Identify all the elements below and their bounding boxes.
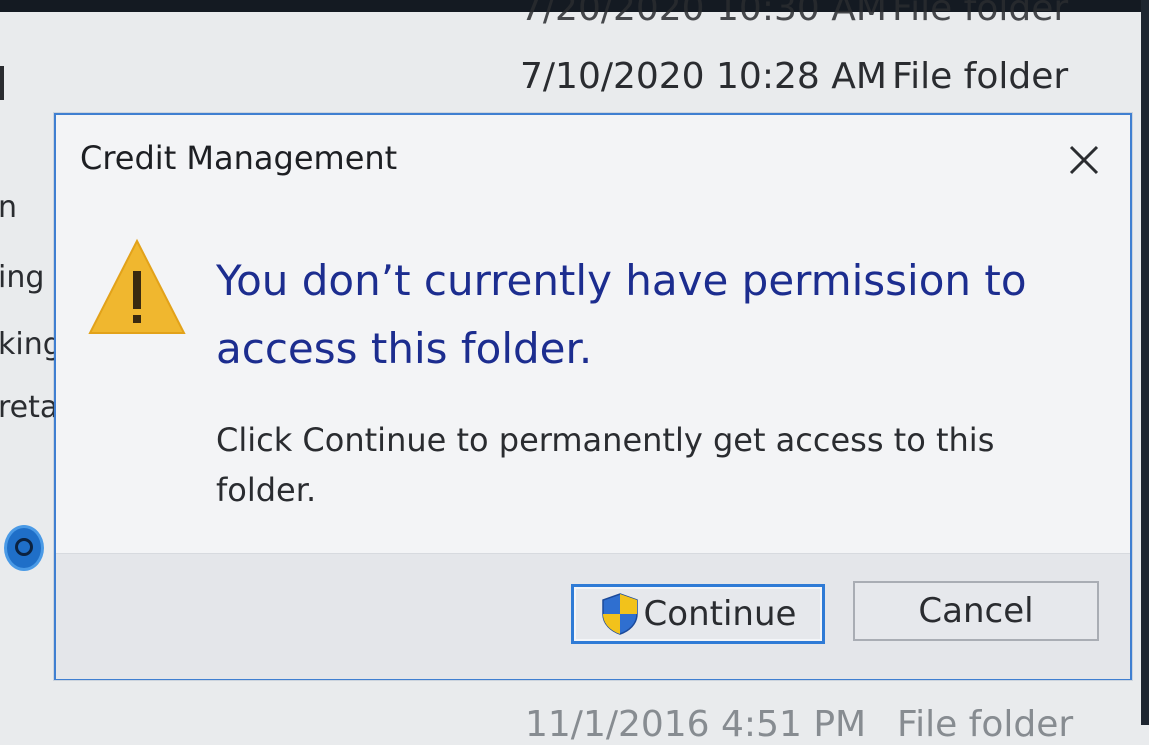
nav-pane-item-fragment: king [0, 327, 62, 362]
uac-shield-icon [601, 593, 638, 635]
nav-pane-item-fragment: n [0, 190, 18, 225]
screen-edge [1141, 0, 1149, 725]
continue-button[interactable]: Continue [571, 584, 825, 644]
main-message: You don’t currently have permission to a… [216, 256, 1027, 373]
warning-icon [86, 237, 188, 337]
cancel-label: Cancel [918, 591, 1034, 631]
continue-label: Continue [643, 594, 797, 634]
nav-pane-marker [0, 66, 4, 100]
file-date: 7/10/2020 10:28 AM [520, 56, 887, 97]
taskbar-app-icon[interactable] [4, 525, 44, 571]
cancel-button[interactable]: Cancel [853, 581, 1099, 641]
permission-dialog: Credit Management You don’t currently ha… [54, 113, 1132, 680]
nav-pane-item-fragment: reta [0, 390, 59, 425]
close-icon [1069, 145, 1099, 175]
file-type: File folder [892, 56, 1069, 97]
file-type: File folder [892, 0, 1069, 29]
sub-message: Click Continue to permanently get access… [216, 421, 995, 509]
nav-pane-item-fragment: ing [0, 260, 45, 295]
close-button[interactable] [1060, 137, 1108, 183]
dialog-title: Credit Management [80, 139, 398, 177]
dialog-footer: Continue Cancel [56, 553, 1130, 679]
file-date: 7/20/2020 10:30 AM [520, 0, 887, 29]
